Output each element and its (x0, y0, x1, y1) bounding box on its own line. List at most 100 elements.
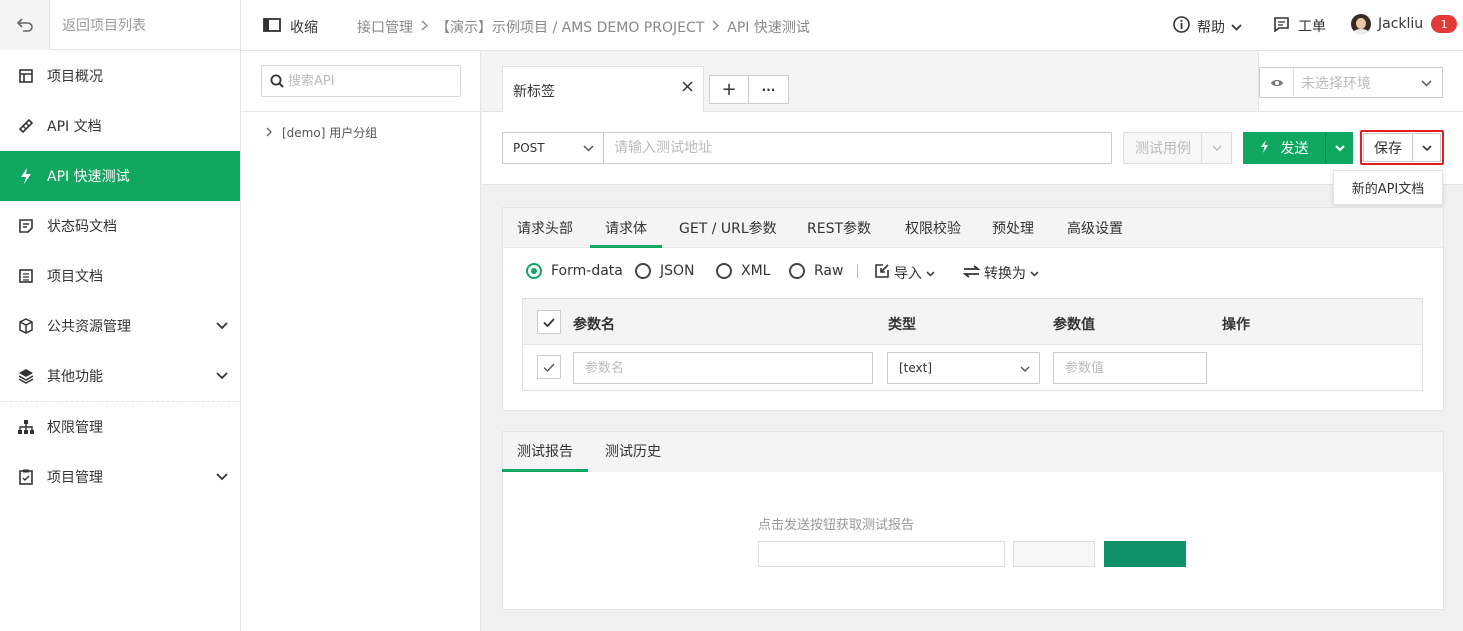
ticket-button[interactable]: 工单 (1274, 16, 1326, 36)
ticket-icon (1274, 16, 1289, 36)
sidebar-item-label: 项目管理 (47, 470, 103, 486)
add-tab-button[interactable]: + (709, 75, 749, 104)
chevron-down-icon[interactable] (216, 318, 228, 334)
org-chart-icon (18, 419, 34, 435)
back-to-project-list[interactable]: 返回项目列表 (0, 0, 240, 50)
chevron-down-icon (583, 140, 594, 156)
back-label: 返回项目列表 (62, 17, 146, 34)
sidebar-item-other-features[interactable]: 其他功能 (0, 351, 240, 401)
add-tab-label: + (721, 78, 737, 100)
radio-button[interactable] (789, 263, 805, 279)
row-checkbox[interactable] (537, 355, 561, 379)
radio-form-data[interactable]: Form-data (526, 263, 623, 279)
chevron-down-icon (1334, 140, 1345, 156)
close-icon[interactable] (682, 80, 693, 96)
save-menu-new-api-doc[interactable]: 新的API文档 (1333, 170, 1443, 205)
column-header-value: 参数值 (1053, 317, 1095, 333)
import-menu[interactable]: 导入 (875, 263, 935, 283)
sidebar-item-permissions[interactable]: 权限管理 (0, 402, 240, 452)
chevron-down-icon (1231, 19, 1242, 35)
param-type-value: [text] (899, 361, 933, 375)
help-label: 帮助 (1197, 19, 1225, 36)
chevron-down-icon (1020, 360, 1030, 376)
send-label: 发送 (1280, 141, 1309, 157)
tree-group-label: [demo] 用户分组 (282, 126, 378, 140)
url-input[interactable] (603, 132, 1112, 164)
layers-icon (18, 368, 34, 384)
chevron-down-icon (926, 265, 935, 281)
param-name-input[interactable] (573, 352, 873, 384)
tab-auth-check[interactable]: 权限校验 (905, 218, 961, 238)
environment-select[interactable]: 未选择环境 (1259, 67, 1443, 98)
help-menu[interactable]: 帮助 (1173, 16, 1242, 37)
tab-new[interactable]: 新标签 (502, 66, 704, 112)
eye-icon[interactable] (1260, 68, 1294, 97)
test-case-select[interactable]: 测试用例 (1123, 132, 1232, 164)
status-code-icon (18, 218, 34, 234)
convert-label: 转换为 (984, 266, 1026, 282)
method-select[interactable]: POST (502, 132, 604, 164)
tab-test-history[interactable]: 测试历史 (605, 441, 661, 461)
collapse-label: 收缩 (290, 20, 318, 36)
sidebar-item-project-management[interactable]: 项目管理 (0, 452, 240, 502)
notification-badge[interactable]: 1 (1431, 15, 1458, 33)
test-case-label: 测试用例 (1135, 141, 1191, 157)
save-button[interactable]: 保存 (1363, 133, 1412, 162)
report-hint: 点击发送按钮获取测试报告 (758, 518, 915, 533)
chevron-down-icon (1421, 75, 1432, 91)
param-type-select[interactable]: [text] (887, 352, 1040, 384)
sidebar-item-label: 权限管理 (47, 420, 103, 436)
tab-get-url-params[interactable]: GET / URL参数 (679, 218, 777, 238)
search-input[interactable] (288, 66, 456, 96)
sidebar-item-status-code[interactable]: 状态码文档 (0, 201, 240, 251)
column-header-type: 类型 (888, 317, 916, 333)
radio-button[interactable] (716, 263, 732, 279)
send-dropdown-button[interactable] (1325, 132, 1353, 164)
breadcrumb-separator-icon (712, 19, 720, 35)
tab-preprocess[interactable]: 预处理 (992, 218, 1034, 238)
tab-request-body[interactable]: 请求体 (605, 218, 647, 238)
import-label: 导入 (894, 266, 922, 282)
radio-raw[interactable]: Raw (789, 263, 843, 279)
sidebar-item-project-doc[interactable]: 项目文档 (0, 251, 240, 301)
select-all-checkbox[interactable] (537, 310, 561, 334)
column-header-name: 参数名 (573, 317, 615, 333)
breadcrumb-item[interactable]: 【演示】示例项目 / AMS DEMO PROJECT (436, 17, 704, 37)
avatar (1351, 14, 1371, 34)
back-arrow-icon[interactable] (0, 0, 50, 50)
user-menu[interactable]: Jackliu 1 (1351, 14, 1458, 34)
api-search-box[interactable] (261, 65, 461, 97)
search-icon (270, 74, 284, 92)
tree-group-item[interactable]: [demo] 用户分组 (266, 124, 377, 141)
report-placeholder-button (1013, 541, 1095, 567)
tab-request-headers[interactable]: 请求头部 (517, 218, 573, 238)
sidebar-item-api-quick-test[interactable]: API 快速测试 (0, 151, 240, 201)
chevron-right-icon[interactable] (266, 126, 272, 140)
radio-xml[interactable]: XML (716, 263, 770, 279)
tree-divider (241, 111, 481, 112)
tab-advanced-settings[interactable]: 高级设置 (1067, 218, 1123, 238)
sidebar-item-overview[interactable]: 项目概况 (0, 51, 240, 101)
tab-test-report[interactable]: 测试报告 (517, 441, 573, 461)
chevron-down-icon[interactable] (216, 469, 228, 485)
more-tabs-button[interactable]: ··· (749, 75, 789, 104)
project-doc-icon (18, 268, 34, 284)
send-button[interactable]: 发送 (1243, 132, 1325, 164)
chevron-down-icon[interactable] (216, 368, 228, 384)
sidebar-item-api-doc[interactable]: API 文档 (0, 101, 240, 151)
save-dropdown-button[interactable] (1412, 133, 1441, 162)
convert-menu[interactable]: 转换为 (962, 263, 1039, 283)
param-value-input[interactable] (1053, 352, 1207, 384)
radio-json[interactable]: JSON (635, 263, 695, 279)
breadcrumb-item[interactable]: 接口管理 (357, 17, 413, 37)
tab-rest-params[interactable]: REST参数 (807, 218, 871, 238)
radio-label: XML (741, 263, 771, 279)
radio-button[interactable] (635, 263, 651, 279)
chevron-down-icon (1421, 140, 1432, 156)
column-header-action: 操作 (1222, 317, 1250, 333)
sidebar-item-public-resources[interactable]: 公共资源管理 (0, 301, 240, 351)
sidebar-item-label: 公共资源管理 (47, 319, 131, 335)
sidebar-collapse-icon (263, 18, 281, 36)
radio-button[interactable] (526, 263, 542, 279)
collapse-button[interactable]: 收缩 (263, 17, 318, 37)
